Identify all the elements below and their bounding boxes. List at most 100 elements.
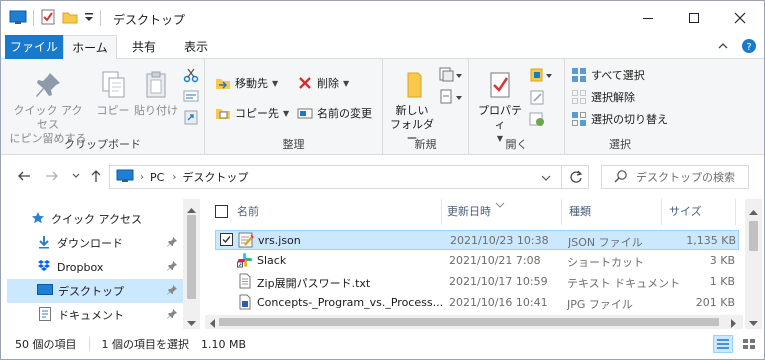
toolbar-separator xyxy=(33,10,34,26)
easy-access-icon[interactable] xyxy=(439,89,463,108)
help-icon[interactable]: ? xyxy=(741,38,757,57)
column-divider[interactable] xyxy=(441,199,442,225)
select-group: すべて選択 選択解除 選択の切り替え 選択 xyxy=(565,59,675,155)
horizontal-scrollbar[interactable] xyxy=(205,315,743,329)
copy-to-label: コピー先 xyxy=(235,107,279,120)
paste-button[interactable]: 貼り付け xyxy=(133,69,179,118)
maximize-button[interactable] xyxy=(671,1,717,35)
status-bar: 50 個の項目 1 個の項目を選択 1.10 MB xyxy=(1,329,764,359)
tab-home[interactable]: ホーム xyxy=(63,35,117,59)
column-header-name[interactable]: 名前 xyxy=(237,199,259,225)
select-group-label: 選択 xyxy=(609,138,631,151)
move-to-icon xyxy=(215,75,231,91)
new-item-icon[interactable] xyxy=(439,67,463,86)
file-row[interactable]: vrs.json 2021/10/23 10:38 JSON ファイル 1,13… xyxy=(215,230,739,250)
pin-quick-access-button[interactable]: クイック アクセス にピン留めする xyxy=(9,69,87,146)
nav-item-desktop[interactable]: デスクトップ xyxy=(7,279,183,303)
tab-share[interactable]: 共有 xyxy=(121,35,167,59)
select-none-button[interactable]: 選択解除 xyxy=(571,87,635,107)
horizontal-scroll-thumb[interactable] xyxy=(219,318,719,326)
nav-item-documents[interactable]: ドキュメント xyxy=(7,303,183,327)
nav-item-dropbox[interactable]: Dropbox xyxy=(7,255,183,279)
breadcrumb-pc[interactable]: PC xyxy=(150,171,164,184)
invert-selection-button[interactable]: 選択の切り替え xyxy=(571,109,668,129)
star-icon xyxy=(31,211,45,228)
forward-button[interactable] xyxy=(45,169,59,187)
nav-item-downloads[interactable]: ダウンロード xyxy=(7,231,183,255)
close-button[interactable] xyxy=(717,1,763,35)
text-file-icon xyxy=(237,273,253,292)
file-type: JSON ファイル xyxy=(568,236,643,249)
column-divider[interactable] xyxy=(661,199,662,225)
select-all-button[interactable]: すべて選択 xyxy=(571,65,645,85)
file-date: 2021/10/23 10:38 xyxy=(450,234,549,247)
breadcrumb-desktop[interactable]: デスクトップ xyxy=(182,169,248,185)
properties-button[interactable]: プロパティ ▼ xyxy=(473,69,527,146)
select-all-checkbox[interactable] xyxy=(215,205,228,221)
rename-icon xyxy=(297,105,313,121)
nav-item-label: Dropbox xyxy=(57,260,104,274)
column-divider[interactable] xyxy=(735,199,736,225)
title-bar: デスクトップ xyxy=(1,1,764,35)
file-name: Slack xyxy=(257,254,287,267)
collapse-ribbon-icon[interactable] xyxy=(717,40,729,54)
file-size: 201 KB xyxy=(695,296,735,309)
nav-scrollbar[interactable] xyxy=(183,199,200,329)
file-row[interactable]: Zip展開パスワード.txt 2021/10/17 10:59 テキスト ドキュ… xyxy=(215,272,739,292)
rename-button[interactable]: 名前の変更 xyxy=(297,103,372,123)
move-to-button[interactable]: 移動先 ▼ xyxy=(215,73,278,93)
properties-quick-icon[interactable] xyxy=(40,9,56,28)
copy-path-icon[interactable] xyxy=(183,89,199,106)
address-row: › PC › デスクトップ デスクトップの検索 xyxy=(1,155,764,199)
up-button[interactable] xyxy=(89,169,103,187)
refresh-button[interactable] xyxy=(561,165,589,189)
file-row[interactable]: Slack 2021/10/21 7:08 ショートカット 3 KB xyxy=(215,251,739,271)
download-arrow-icon xyxy=(37,235,51,252)
scroll-up-icon[interactable] xyxy=(749,205,758,218)
details-view-button[interactable] xyxy=(713,335,733,353)
history-icon[interactable] xyxy=(529,111,545,130)
column-header-date[interactable]: 更新日時 xyxy=(447,199,491,225)
properties-icon xyxy=(484,69,516,101)
nav-scroll-thumb[interactable] xyxy=(187,215,196,299)
file-scroll-thumb[interactable] xyxy=(749,221,758,251)
cut-icon[interactable] xyxy=(183,67,199,86)
address-history-button[interactable] xyxy=(541,173,551,186)
row-checkbox-checked[interactable] xyxy=(220,233,233,249)
column-divider[interactable] xyxy=(561,199,562,225)
paste-shortcut-icon[interactable] xyxy=(183,109,199,128)
file-type: JPG ファイル xyxy=(567,298,633,311)
pin-icon xyxy=(167,260,177,274)
chevron-right-icon: › xyxy=(140,171,144,183)
document-icon xyxy=(39,306,51,324)
address-bar[interactable]: › PC › デスクトップ xyxy=(109,165,589,189)
delete-button[interactable]: 削除 ▼ xyxy=(297,73,349,93)
minimize-button[interactable] xyxy=(625,1,671,35)
tab-file[interactable]: ファイル xyxy=(5,35,63,59)
organize-group-label: 整理 xyxy=(282,138,305,151)
column-header-type[interactable]: 種類 xyxy=(569,199,591,225)
column-header-size[interactable]: サイズ xyxy=(669,199,702,225)
tab-view[interactable]: 表示 xyxy=(173,35,219,59)
edit-icon[interactable] xyxy=(529,89,545,108)
new-folder-button[interactable]: 新しい フォルダー xyxy=(387,69,437,146)
recent-locations-button[interactable] xyxy=(71,169,81,187)
window-icon xyxy=(9,10,27,27)
nav-item-label: ダウンロード xyxy=(57,237,123,250)
pin-icon xyxy=(167,308,177,322)
new-group: 新しい フォルダー 新規 xyxy=(383,59,469,155)
item-count: 50 個の項目 xyxy=(15,338,77,351)
search-input[interactable]: デスクトップの検索 xyxy=(601,165,749,189)
open-icon[interactable] xyxy=(529,67,553,86)
file-list-scrollbar[interactable] xyxy=(745,199,762,329)
json-file-icon xyxy=(238,232,254,251)
back-button[interactable] xyxy=(17,169,31,187)
file-row[interactable]: Concepts-_Program_vs._Process... 2021/10… xyxy=(215,293,739,313)
large-icons-view-button[interactable] xyxy=(739,335,759,353)
nav-item-quick-access[interactable]: クイック アクセス xyxy=(7,207,183,231)
customize-toolbar-icon[interactable] xyxy=(84,10,94,27)
new-folder-quick-icon[interactable] xyxy=(62,9,78,28)
copy-button[interactable]: コピー xyxy=(93,69,133,118)
delete-icon xyxy=(297,75,313,91)
copy-to-button[interactable]: コピー先 ▼ xyxy=(215,103,289,123)
